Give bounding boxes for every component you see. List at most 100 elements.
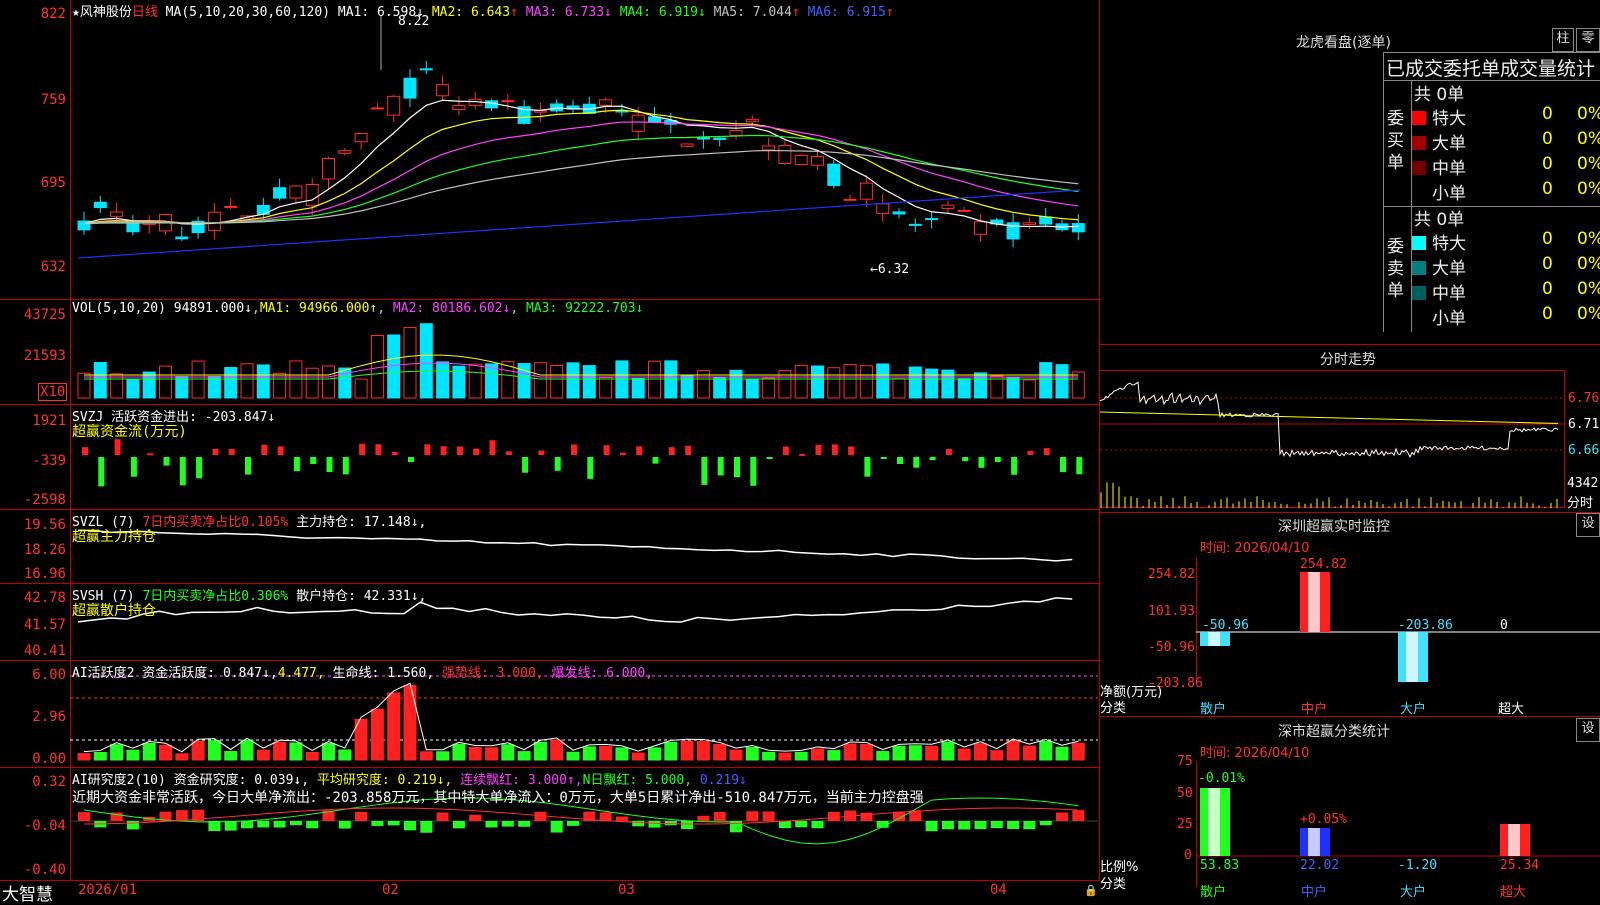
fund-flow-bar <box>245 457 251 475</box>
price-tick: 632 <box>40 259 66 275</box>
right-divider <box>1100 344 1600 345</box>
fund-flow-bar <box>1027 450 1034 455</box>
fund-flow-bar <box>913 457 920 468</box>
activity-bar <box>729 749 743 761</box>
volume-bar <box>207 375 221 399</box>
volume-bar <box>713 376 727 399</box>
research-bar <box>567 821 579 826</box>
activity-bar <box>990 750 1004 761</box>
zero-mode-button[interactable]: 零 <box>1576 28 1600 52</box>
fund-flow-bar <box>196 457 203 479</box>
lhb-swatch <box>1412 286 1426 300</box>
activity-bar <box>908 745 922 761</box>
research-bar <box>632 821 645 827</box>
svzj-tick: -2598 <box>23 492 66 508</box>
lhb-swatch <box>1412 236 1426 250</box>
candle-body <box>289 185 303 199</box>
activity-bar <box>892 745 906 761</box>
date-tick: 2026/01 <box>78 882 138 898</box>
sz-class-cat: 中户 <box>1301 885 1328 900</box>
candle-body <box>794 154 808 165</box>
candle-body <box>941 204 955 209</box>
minute-vol-tick: 4342 <box>1567 476 1599 491</box>
buy-total: 共 0单 <box>1414 85 1465 105</box>
fund-flow-bar <box>962 457 969 462</box>
fund-flow-bar <box>228 448 235 455</box>
sell-total: 共 0单 <box>1414 210 1465 230</box>
candle-body <box>974 221 987 235</box>
svzl-tick: 16.96 <box>23 566 66 582</box>
activity-bar <box>240 739 254 761</box>
volume-bar <box>794 364 808 399</box>
fund-flow-bar <box>293 457 300 472</box>
fund-flow-bar <box>766 457 773 459</box>
lhb-row-pct: 0% <box>1577 229 1600 249</box>
candle-body <box>322 158 335 180</box>
candle-body <box>729 129 743 136</box>
sz-class-bot: 22.02 <box>1300 858 1340 873</box>
candle-body <box>354 133 368 143</box>
lhb-row: 中单 0 0% <box>1412 279 1600 304</box>
lhb-swatch <box>1412 111 1426 125</box>
lhb-row-pct: 0% <box>1577 129 1600 149</box>
fund-flow-bar <box>505 451 512 455</box>
bar-mode-button[interactable]: 柱 <box>1552 28 1574 52</box>
research-bar <box>518 821 531 827</box>
brand-logo: 大智慧 <box>2 885 53 905</box>
activity-bar <box>1055 746 1069 761</box>
research-bar <box>78 812 90 821</box>
research-bar <box>387 821 400 826</box>
volume-bar <box>827 367 841 399</box>
volume-bar <box>811 365 824 399</box>
svzj-sub: 超赢资金流(万元) <box>72 424 187 440</box>
research-bar <box>241 821 253 829</box>
activity-bar <box>370 708 384 761</box>
research-bar <box>257 821 270 828</box>
fund-flow-bar <box>1060 457 1066 473</box>
sz-class-bot: 25.34 <box>1500 858 1540 873</box>
candle-body <box>599 99 613 106</box>
candle-body <box>1071 223 1085 233</box>
activity-bar <box>713 743 727 761</box>
activity-bar <box>876 750 890 761</box>
research-bar <box>436 812 449 821</box>
svsh-tick: 42.78 <box>23 590 66 606</box>
fund-flow-bar <box>114 439 121 455</box>
svsh-tick: 40.41 <box>23 643 66 659</box>
volume-bar <box>892 378 906 399</box>
sz-monitor-title: 深圳超赢实时监控 <box>1278 519 1390 535</box>
activity-bar <box>1071 742 1085 761</box>
research-bar <box>289 821 302 826</box>
fund-flow-bar <box>310 457 317 465</box>
lhb-row-count: 0 <box>1542 279 1553 299</box>
class-divider <box>1100 716 1600 717</box>
fund-flow-bar <box>782 446 789 455</box>
volume-bar <box>582 365 596 399</box>
research-bar <box>681 821 694 830</box>
fund-flow-bar <box>326 457 333 473</box>
research-bar <box>827 811 840 821</box>
sz-class-title: 深市超赢分类统计 <box>1278 724 1390 740</box>
activity-bar <box>843 743 857 761</box>
volume-bar <box>566 362 580 399</box>
fund-flow-bar <box>668 447 675 455</box>
research-bar <box>990 821 1003 829</box>
candle-body <box>713 137 727 141</box>
lhb-swatch <box>1412 261 1426 275</box>
activity-bar <box>273 741 287 761</box>
sz-monitor-settings-button[interactable]: 设 <box>1576 513 1600 537</box>
volume-bar <box>354 378 368 399</box>
sz-class-settings-button[interactable]: 设 <box>1576 718 1600 742</box>
research-bar <box>355 811 368 821</box>
volume-bar <box>175 376 189 399</box>
lock-icon[interactable]: 🔒 <box>1084 884 1098 897</box>
fund-flow-bar <box>603 445 610 455</box>
date-tick: 04 <box>990 882 1007 898</box>
research-bar <box>974 821 987 830</box>
lhb-row-pct: 0% <box>1577 279 1600 299</box>
research-bar <box>224 821 237 831</box>
activity-bar <box>648 747 661 761</box>
date-tick: 03 <box>618 882 635 898</box>
activity-bar <box>533 741 547 761</box>
sz-monitor-val: 254.82 <box>1300 557 1347 572</box>
